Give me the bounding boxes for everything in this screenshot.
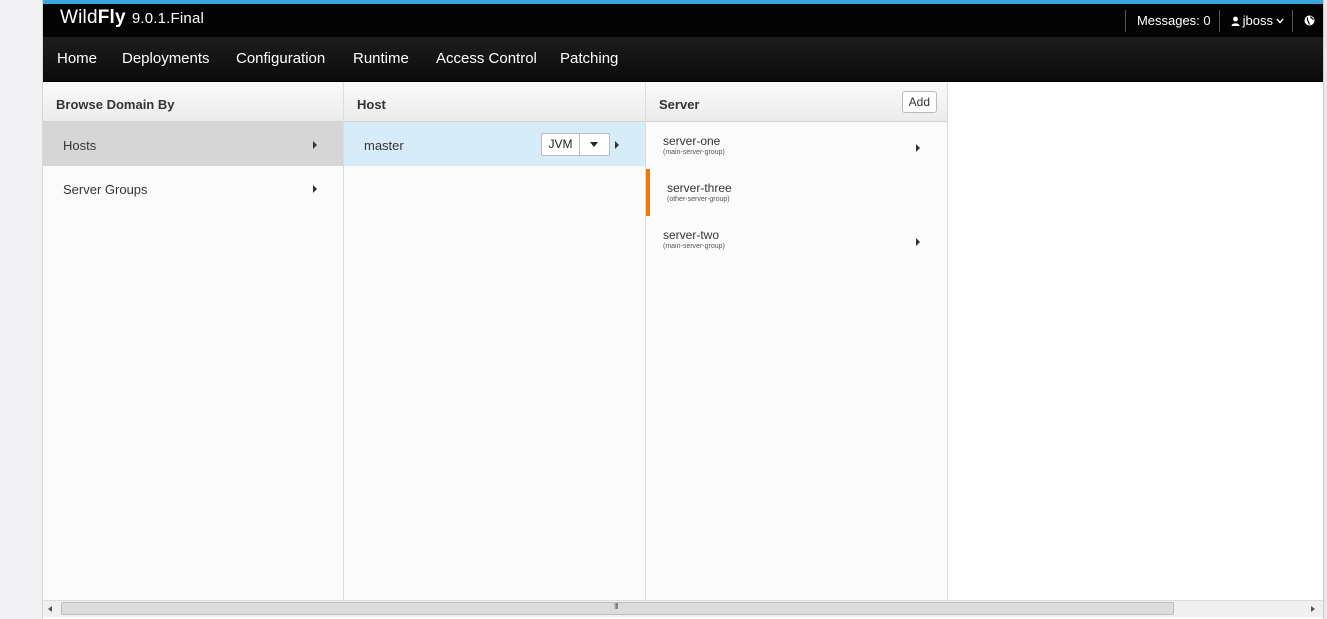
horizontal-scrollbar[interactable]: III <box>43 600 1323 617</box>
brand-wild: Wild <box>60 7 98 28</box>
host-item-master[interactable]: master JVM <box>344 122 645 166</box>
server-name: server-three <box>667 181 732 195</box>
messages-link[interactable]: Messages: 0 <box>1126 13 1219 28</box>
nav-deployments[interactable]: Deployments <box>122 50 210 67</box>
jvm-dropdown-toggle[interactable] <box>580 134 609 155</box>
server-header-label: Server <box>659 97 700 112</box>
left-gutter <box>0 0 43 619</box>
globe-menu[interactable] <box>1293 15 1323 26</box>
brand-logo[interactable]: WildFly 9.0.1.Final <box>60 7 204 29</box>
server-name: server-two <box>663 228 720 242</box>
browse-item-label: Hosts <box>63 138 97 153</box>
user-name: jboss <box>1242 13 1273 28</box>
caret-down-icon <box>590 142 598 147</box>
browse-item-label: Server Groups <box>63 182 148 197</box>
add-server-button[interactable]: Add <box>901 91 937 113</box>
host-item-label: master <box>364 138 404 153</box>
server-group: (main-server-group) <box>663 243 725 250</box>
caret-right-icon <box>313 141 317 149</box>
browse-column: Browse Domain By Hosts Server Groups <box>43 82 344 600</box>
user-icon <box>1231 16 1240 26</box>
host-column: Host master JVM <box>344 82 646 600</box>
scroll-grip: III <box>614 602 619 611</box>
caret-right-icon <box>916 238 920 246</box>
server-column: Server Add server-one (main-server-group… <box>646 82 948 600</box>
nav-access-control[interactable]: Access Control <box>436 50 537 67</box>
vertical-scrollbar-edge[interactable] <box>1323 0 1327 619</box>
brand-fly: Fly <box>97 7 126 28</box>
server-item-two[interactable]: server-two (main-server-group) <box>646 216 947 263</box>
messages-label: Messages: 0 <box>1136 13 1211 28</box>
browse-item-hosts[interactable]: Hosts <box>43 122 343 166</box>
server-group: (main-server-group) <box>663 149 725 156</box>
utility-menu: Messages: 0 jboss <box>1124 4 1323 37</box>
server-name: server-one <box>663 134 721 148</box>
server-item-three[interactable]: server-three (other-server-group) <box>646 169 947 216</box>
jvm-button[interactable]: JVM <box>542 134 580 155</box>
browse-item-server-groups[interactable]: Server Groups <box>43 166 343 210</box>
server-header: Server Add <box>646 82 947 122</box>
caret-right-icon <box>615 141 619 149</box>
scroll-thumb[interactable]: III <box>61 602 1174 615</box>
chevron-down-icon <box>1276 18 1284 24</box>
main-nav: Home Deployments Configuration Runtime A… <box>43 37 1323 82</box>
version-label: 9.0.1.Final <box>131 10 205 27</box>
finder-columns: Browse Domain By Hosts Server Groups Hos… <box>43 82 1323 600</box>
nav-configuration[interactable]: Configuration <box>236 50 325 67</box>
browse-header: Browse Domain By <box>43 82 343 122</box>
server-group: (other-server-group) <box>667 196 730 203</box>
nav-patching[interactable]: Patching <box>560 50 618 67</box>
user-menu[interactable]: jboss <box>1220 13 1292 28</box>
caret-right-icon <box>313 185 317 193</box>
globe-icon <box>1304 15 1315 26</box>
top-bar: WildFly 9.0.1.Final Messages: 0 jboss <box>43 4 1323 37</box>
host-header: Host <box>344 82 645 122</box>
caret-right-icon <box>916 144 920 152</box>
nav-runtime[interactable]: Runtime <box>353 50 409 67</box>
scroll-left-icon[interactable] <box>48 606 52 612</box>
scroll-right-icon[interactable] <box>1311 606 1315 612</box>
nav-home[interactable]: Home <box>57 50 97 67</box>
jvm-split-button: JVM <box>541 133 610 156</box>
server-item-one[interactable]: server-one (main-server-group) <box>646 122 947 169</box>
app-window: WildFly 9.0.1.Final Messages: 0 jboss Hom… <box>43 0 1327 619</box>
